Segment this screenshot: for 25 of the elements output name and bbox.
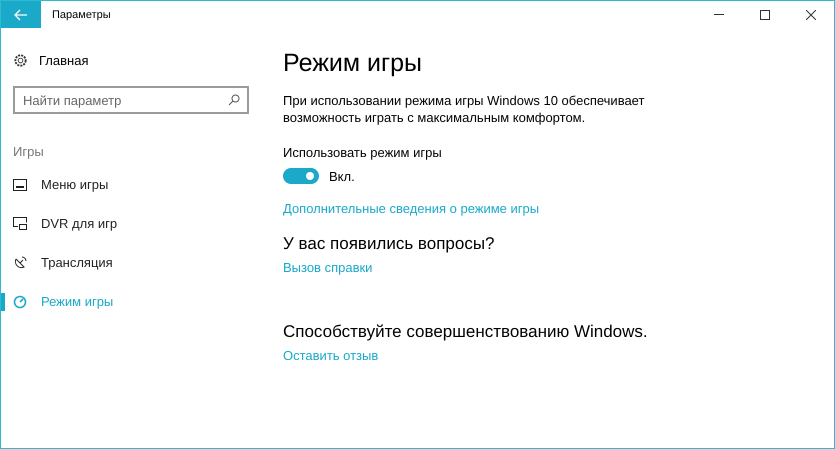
back-button[interactable]: [1, 1, 41, 28]
toggle-state-text: Вкл.: [329, 168, 355, 184]
satellite-dish-icon: [13, 256, 27, 270]
screen-recording-icon: [13, 217, 27, 230]
search-field[interactable]: Найти параметр: [13, 86, 249, 114]
gauge-icon: [13, 294, 27, 308]
back-arrow-icon: [14, 8, 28, 20]
window-title: Параметры: [52, 8, 111, 20]
page-title: Режим игры: [283, 48, 423, 78]
minimize-icon: [714, 14, 724, 15]
description-text: При использовании режима игры Windows 10 обеспечивает возможность играть с максимальным комфортом.: [283, 92, 646, 126]
section-heading: Способствуйте совершенствованию Windows.: [283, 321, 649, 343]
nav-item[interactable]: Трансляция: [1, 243, 271, 282]
maximize-icon: [760, 10, 770, 20]
gear-icon: [13, 52, 28, 68]
section-heading: У вас появились вопросы?: [283, 233, 496, 255]
monitor-icon: [13, 178, 27, 190]
nav-item[interactable]: Меню игры: [1, 165, 271, 204]
nav-item[interactable]: DVR для игр: [1, 204, 271, 243]
close-icon: [806, 10, 816, 20]
toggle-switch[interactable]: [283, 168, 319, 184]
search-icon: [228, 94, 240, 106]
section-heading: Игры: [13, 144, 45, 159]
home-nav-item[interactable]: Главная: [13, 48, 271, 72]
setting-label: Использовать режим игры: [283, 145, 443, 160]
